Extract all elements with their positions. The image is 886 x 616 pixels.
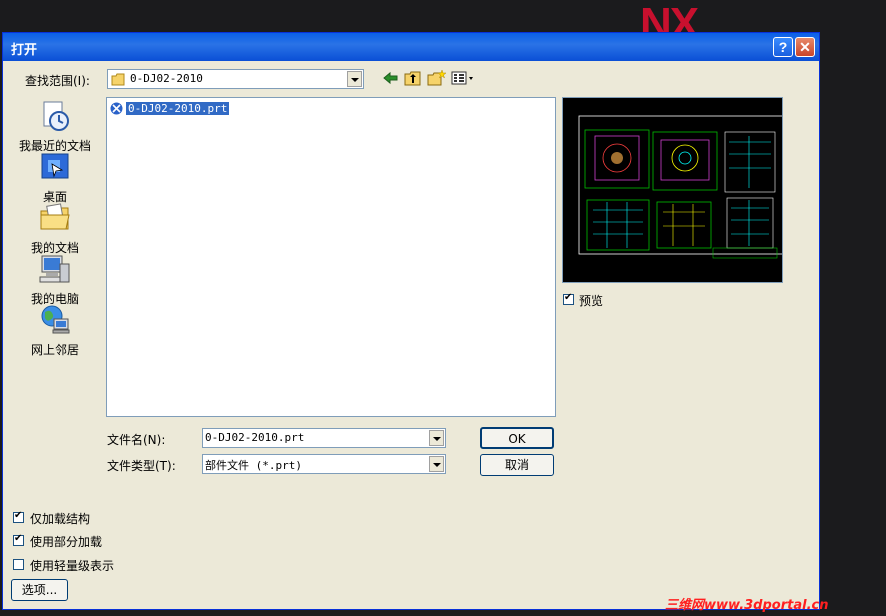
desktop-icon <box>41 153 69 179</box>
close-button[interactable]: ✕ <box>795 37 815 57</box>
nx-part-file-icon <box>109 101 124 115</box>
back-arrow-icon[interactable] <box>381 69 401 87</box>
cad-drawing-thumbnail <box>578 115 790 259</box>
chevron-down-icon[interactable] <box>429 430 444 446</box>
file-list[interactable]: 0-DJ02-2010.prt <box>106 97 556 417</box>
look-in-dropdown[interactable]: 0-DJ02-2010 <box>107 69 364 89</box>
ok-button[interactable]: OK <box>480 427 554 449</box>
cancel-button[interactable]: 取消 <box>480 454 554 476</box>
view-menu-icon[interactable] <box>450 69 476 87</box>
sidebar-item-my-computer[interactable]: 我的电脑 <box>15 252 95 307</box>
options-button[interactable]: 选项... <box>11 579 68 601</box>
dialog-title: 打开 <box>11 43 38 58</box>
new-folder-icon[interactable] <box>426 69 446 87</box>
load-structure-only-label: 仅加载结构 <box>30 512 91 526</box>
look-in-label: 查找范围(I): <box>25 74 90 88</box>
chevron-down-icon[interactable] <box>429 456 444 472</box>
up-folder-icon[interactable] <box>403 69 423 87</box>
list-item[interactable]: 0-DJ02-2010.prt <box>109 100 230 116</box>
file-type-dropdown[interactable]: 部件文件 (*.prt) <box>202 454 446 474</box>
preview-checkbox[interactable] <box>563 292 574 305</box>
file-name-input[interactable]: 0-DJ02-2010.prt <box>202 428 446 448</box>
preview-pane <box>562 97 790 283</box>
lightweight-representation-label: 使用轻量级表示 <box>30 559 115 573</box>
file-type-value: 部件文件 (*.prt) <box>205 459 302 472</box>
open-dialog: 打开 ? ✕ 查找范围(I): 0-DJ02-2010 我最近的文档 桌面 我的… <box>2 32 820 610</box>
look-in-value: 0-DJ02-2010 <box>130 72 203 85</box>
load-structure-only-checkbox[interactable] <box>13 510 24 523</box>
folder-icon <box>111 73 125 86</box>
recent-documents-icon <box>43 101 69 131</box>
partial-load-label: 使用部分加载 <box>30 535 103 549</box>
watermark: 三维网www.3dportal.cn <box>665 598 829 613</box>
file-name-label: 文件名(N): <box>107 433 166 447</box>
partial-load-checkbox[interactable] <box>13 533 24 546</box>
sidebar-item-my-documents[interactable]: 我的文档 <box>15 201 95 256</box>
file-name: 0-DJ02-2010.prt <box>126 101 230 115</box>
my-computer-icon <box>39 255 70 283</box>
lightweight-representation-checkbox[interactable] <box>13 559 24 570</box>
file-name-value: 0-DJ02-2010.prt <box>205 431 305 444</box>
my-documents-icon <box>40 203 70 230</box>
chevron-down-icon[interactable] <box>347 71 362 87</box>
help-button[interactable]: ? <box>773 37 793 57</box>
sidebar-item-desktop[interactable]: 桌面 <box>15 150 95 205</box>
sidebar-item-label: 网上邻居 <box>30 343 79 357</box>
title-bar[interactable]: 打开 ? ✕ <box>3 33 819 61</box>
network-places-icon <box>41 305 70 334</box>
file-type-label: 文件类型(T): <box>107 459 176 473</box>
sidebar-item-network[interactable]: 网上邻居 <box>15 303 95 358</box>
sidebar-item-recent[interactable]: 我最近的文档 <box>15 99 95 154</box>
preview-label: 预览 <box>579 294 604 308</box>
